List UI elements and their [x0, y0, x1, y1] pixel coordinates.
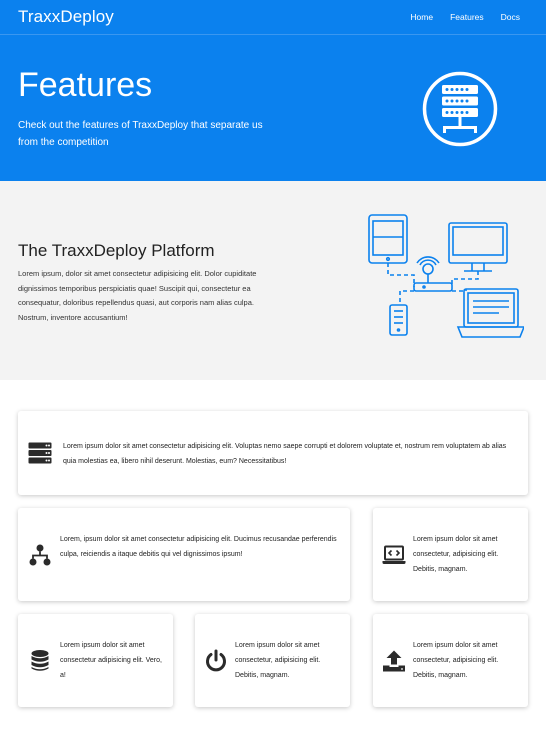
nav-links: Home Features Docs [410, 12, 520, 22]
feature-card-power: Lorem ipsum dolor sit amet consectetur, … [195, 614, 350, 707]
upload-icon [383, 650, 405, 672]
power-icon [206, 649, 226, 672]
navbar: TraxxDeploy Home Features Docs [0, 0, 546, 35]
feature-card-text: Lorem ipsum dolor sit amet consectetur, … [413, 642, 499, 679]
feature-card-text: Lorem ipsum dolor sit amet consectetur a… [60, 642, 162, 679]
feature-card-server: Lorem ipsum dolor sit amet consectetur a… [18, 411, 528, 495]
feature-card-laptop-code: Lorem ipsum dolor sit amet consectetur, … [373, 508, 528, 601]
nav-link-docs[interactable]: Docs [501, 12, 520, 22]
platform-title: The TraxxDeploy Platform [18, 241, 215, 260]
feature-card-upload: Lorem ipsum dolor sit amet consectetur, … [373, 614, 528, 707]
nav-link-home[interactable]: Home [410, 12, 433, 22]
network-devices-icon [368, 214, 524, 338]
laptop-code-icon [382, 545, 406, 564]
hero-subtitle: Check out the features of TraxxDeploy th… [18, 120, 263, 148]
feature-card-text: Lorem ipsum dolor sit amet consectetur, … [413, 536, 499, 573]
database-icon [31, 650, 49, 671]
nav-link-features[interactable]: Features [450, 12, 484, 22]
feature-card-text: Lorem ipsum dolor sit amet consectetur, … [235, 642, 321, 679]
platform-description: Lorem ipsum, dolor sit amet consectetur … [18, 269, 257, 322]
sitemap-icon [29, 544, 51, 566]
feature-card-text: Lorem, ipsum dolor sit amet consectetur … [60, 536, 337, 558]
platform-section: The TraxxDeploy Platform Lorem ipsum, do… [0, 181, 546, 380]
feature-card-database: Lorem ipsum dolor sit amet consectetur a… [18, 614, 173, 707]
server-icon [28, 442, 52, 464]
hero-title: Features [18, 66, 153, 104]
server-circle-icon [422, 71, 498, 147]
feature-card-text: Lorem ipsum dolor sit amet consectetur a… [63, 443, 507, 465]
brand-logo[interactable]: TraxxDeploy [18, 7, 114, 27]
feature-card-sitemap: Lorem, ipsum dolor sit amet consectetur … [18, 508, 350, 601]
hero-section: Features Check out the features of Traxx… [0, 35, 546, 181]
